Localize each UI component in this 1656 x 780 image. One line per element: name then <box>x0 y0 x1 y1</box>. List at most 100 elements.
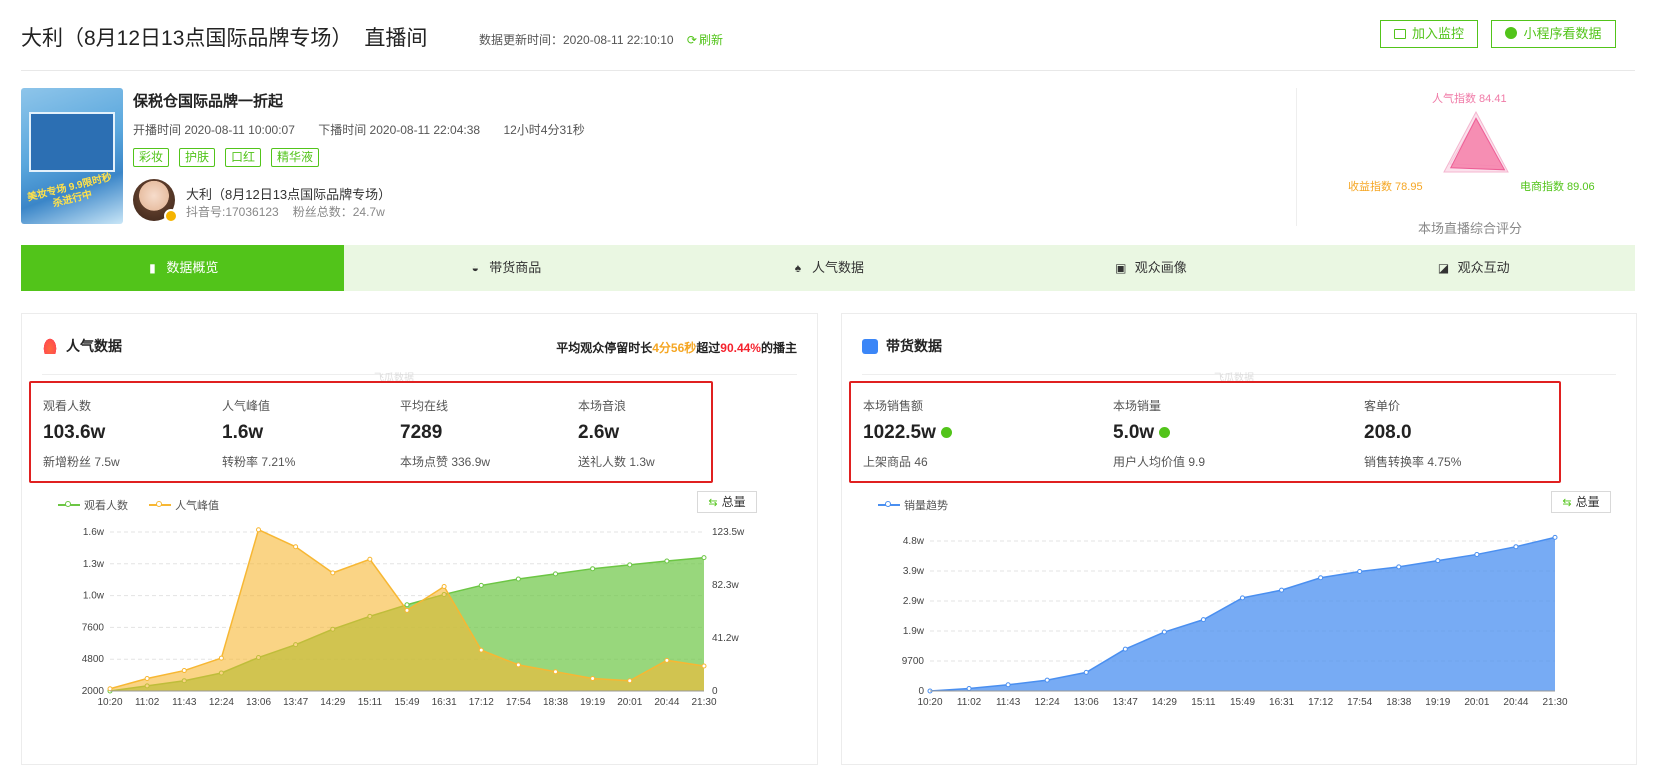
series-peak-point <box>664 657 670 663</box>
series-peak-point <box>144 676 150 682</box>
bar-chart-icon: ▮ <box>149 261 156 275</box>
x-tick-label: 18:38 <box>1386 697 1411 708</box>
tag: 精华液 <box>271 148 320 167</box>
tab-label: 人气数据 <box>811 260 864 275</box>
series-sales-point <box>1318 575 1324 581</box>
series-peak-point <box>590 676 596 682</box>
y-tick-label: 1.9w <box>903 626 925 637</box>
flame-icon <box>42 336 58 354</box>
note-text: 的播主 <box>760 341 797 355</box>
y-tick-label: 0 <box>918 686 924 697</box>
tab-overview[interactable]: ▮ 数据概览 <box>21 245 344 291</box>
stat-label: 本场销售额 <box>863 399 924 413</box>
series-viewers-point <box>590 566 596 572</box>
tag: 护肤 <box>179 148 216 167</box>
x-tick-label: 13:47 <box>1113 697 1138 708</box>
stat-avg-online: 平均在线 7289 本场点赞 336.9w <box>400 397 490 470</box>
series-peak-point <box>553 669 558 675</box>
y-tick-label: 4.8w <box>903 536 925 547</box>
series-peak-point <box>293 544 299 550</box>
sales-panel: 带货数据 飞瓜数据 本场销售额 1022.5w 上架商品 46 本场销量 5.0… <box>841 313 1637 765</box>
y-tick-label: 7600 <box>82 622 105 633</box>
tab-label: 数据概览 <box>166 260 219 275</box>
total-toggle-button[interactable]: ⇆ 总量 <box>697 491 757 513</box>
series-peak-point <box>701 663 707 669</box>
anchor-avatar[interactable] <box>133 179 178 223</box>
stat-label: 观看人数 <box>43 399 92 413</box>
stat-sub: 上架商品 46 <box>863 455 928 469</box>
tab-audience[interactable]: ▣ 观众画像 <box>989 245 1312 291</box>
miniapp-icon <box>1505 27 1518 39</box>
y-tick-label: 4800 <box>82 654 105 665</box>
series-peak-point <box>181 668 187 674</box>
anchor-meta: 抖音号:17036123 粉丝总数：24.7w <box>186 203 399 220</box>
series-sales-point <box>966 686 972 692</box>
note-text: 平均观众停留时长 <box>556 341 653 355</box>
y-tick-label: 1.6w <box>83 527 105 538</box>
miniapp-data-button[interactable]: 小程序看数据 <box>1491 20 1616 48</box>
x-tick-label: 20:01 <box>617 697 642 708</box>
series-sales-point <box>1435 558 1441 564</box>
add-monitor-button[interactable]: 加入监控 <box>1380 20 1478 48</box>
end-time: 下播时间 2020-08-11 22:04:38 <box>318 123 481 137</box>
stat-label: 本场音浪 <box>578 399 627 413</box>
tab-bar: ▮ 数据概览 ◒ 带货商品 ♠ 人气数据 ▣ 观众画像 ◪ 观众互动 <box>21 245 1635 291</box>
legend-item-sales[interactable]: 销量趋势 <box>878 500 948 512</box>
x-tick-label: 16:31 <box>1269 697 1294 708</box>
series-peak-point <box>627 678 633 684</box>
x-tick-label: 21:30 <box>1542 697 1567 708</box>
stat-unit-price: 客单价 208.0 销售转换率 4.75% <box>1364 397 1461 470</box>
x-tick-label: 17:12 <box>469 697 494 708</box>
anchor-name[interactable]: 大利（8月12日13点国际品牌专场） <box>186 184 391 203</box>
stat-label: 客单价 <box>1364 399 1401 413</box>
legend-item-viewers[interactable]: 观看人数 <box>58 500 128 512</box>
live-cover-image[interactable]: 美妆专场 9.9限时秒杀进行中 <box>21 88 123 224</box>
popularity-chart: 2000 4800 7600 1.0w 1.3w 1.6w 0 41.2w 82.3w 123.5… <box>82 527 745 708</box>
x-tick-label: 12:24 <box>209 697 234 708</box>
x-tick-label: 15:11 <box>358 697 383 708</box>
tab-products[interactable]: ◒ 带货商品 <box>344 245 667 291</box>
y2-tick-label: 41.2w <box>712 633 739 644</box>
tab-interaction[interactable]: ◪ 观众互动 <box>1312 245 1635 291</box>
radar-chart <box>1443 110 1509 173</box>
tab-label: 带货商品 <box>489 260 542 275</box>
legend-item-peak[interactable]: 人气峰值 <box>149 500 219 512</box>
tab-popularity[interactable]: ♠ 人气数据 <box>667 245 990 291</box>
y-tick-label: 1.3w <box>83 559 105 570</box>
note-text: 超过 <box>696 341 721 355</box>
stat-label: 本场销量 <box>1113 399 1162 413</box>
tab-label: 观众画像 <box>1134 260 1187 275</box>
live-title: 保税仓国际品牌一折起 <box>133 93 284 110</box>
add-monitor-label: 加入监控 <box>1411 26 1464 41</box>
stat-value-text: 5.0w <box>1113 422 1155 443</box>
series-peak-point <box>367 556 373 562</box>
chat-icon: ◪ <box>1437 261 1450 275</box>
shopping-bag-icon <box>862 339 878 354</box>
series-sales-point <box>1357 569 1363 575</box>
tag-list: 彩妆 护肤 口红 精华液 <box>133 148 329 167</box>
stat-value: 208.0 <box>1364 422 1412 443</box>
y-tick-label: 9700 <box>902 656 925 667</box>
popularity-stats-box: 观看人数 103.6w 新增粉丝 7.5w 人气峰值 1.6w 转粉率 7.21… <box>29 381 713 483</box>
refresh-button[interactable]: ⟳ 刷新 <box>687 33 723 47</box>
x-tick-label: 10:20 <box>917 697 942 708</box>
verified-badge-icon <box>164 209 178 223</box>
score-caption: 本场直播综合评分 <box>1418 221 1523 236</box>
flame-icon: ♠ <box>794 261 802 275</box>
verified-check-icon <box>940 427 952 438</box>
total-toggle-button[interactable]: ⇆ 总量 <box>1551 491 1611 513</box>
stat-sound-wave: 本场音浪 2.6w 送礼人数 1.3w <box>578 397 655 470</box>
chart-legend: 销量趋势 <box>878 497 966 513</box>
series-sales-point <box>1513 544 1519 550</box>
series-sales-point <box>1279 587 1285 593</box>
series-viewers-point <box>515 576 521 582</box>
x-tick-label: 13:47 <box>283 697 308 708</box>
stat-sub: 用户人均价值 9.9 <box>1113 455 1206 469</box>
y-tick-label: 2000 <box>82 686 105 697</box>
x-tick-label: 14:29 <box>320 697 345 708</box>
sales-stats-box: 本场销售额 1022.5w 上架商品 46 本场销量 5.0w 用户人均价值 9… <box>849 381 1561 483</box>
x-tick-label: 20:44 <box>1503 697 1528 708</box>
fans-count: 粉丝总数：24.7w <box>292 205 385 219</box>
header-divider <box>21 70 1635 71</box>
x-tick-label: 11:02 <box>957 697 982 708</box>
